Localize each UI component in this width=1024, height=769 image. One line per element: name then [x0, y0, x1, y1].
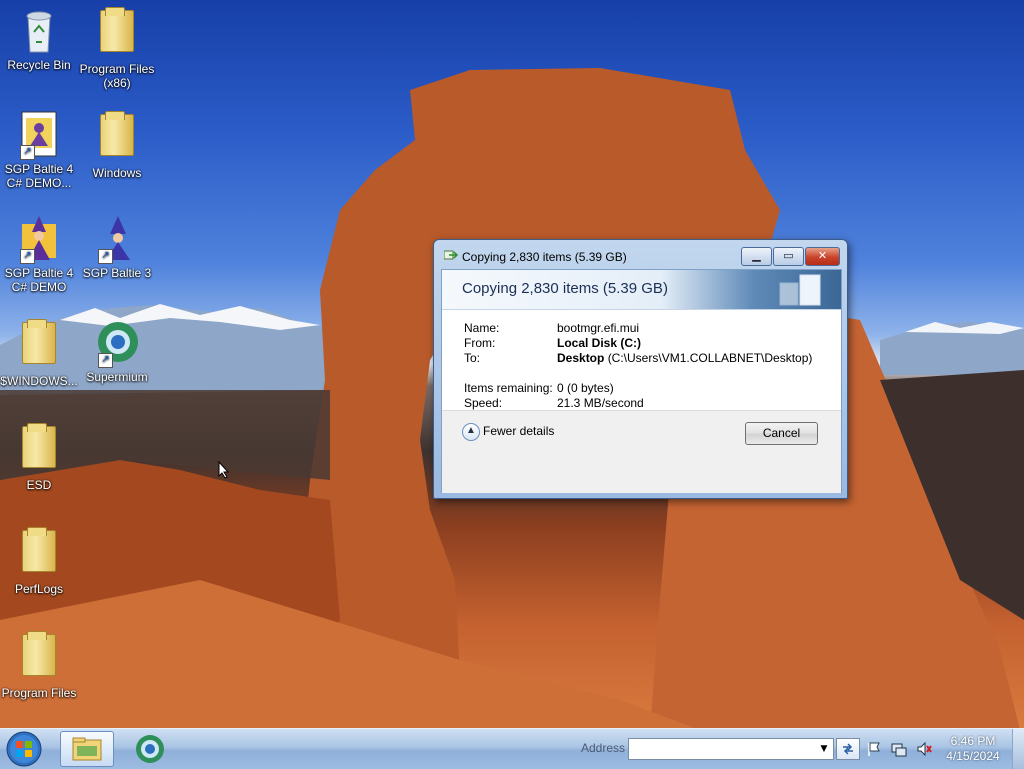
speed-row: Speed: 21.3 MB/second [464, 396, 644, 410]
to-row: To: Desktop (C:\Users\VM1.COLLABNET\Deskt… [464, 351, 812, 365]
desktop-icon-program-files[interactable]: Program Files [0, 630, 78, 700]
sgp-baltie-wizard-icon: ↗ [16, 214, 62, 264]
folder-icon [16, 319, 62, 372]
system-clock[interactable]: 6:46 PM 4/15/2024 [938, 734, 1008, 764]
address-label: Address [581, 741, 626, 755]
desktop-icon-recycle-bin[interactable]: Recycle Bin [0, 6, 78, 72]
desktop-icon-windows[interactable]: Windows [78, 110, 156, 180]
mouse-cursor-icon [218, 461, 230, 479]
close-button[interactable]: ✕ [805, 247, 840, 266]
remaining-value: 0 (0 bytes) [557, 381, 614, 395]
supermium-icon [136, 735, 164, 763]
folder-icon [94, 7, 140, 60]
to-label: To: [464, 351, 481, 365]
taskbar-supermium-button[interactable] [124, 731, 176, 765]
dialog-client-area: Copying 2,830 items (5.39 GB) Name: bootm… [441, 269, 842, 493]
name-row: Name: bootmgr.efi.mui [464, 321, 639, 335]
supermium-icon: ↗ [94, 318, 140, 368]
start-button[interactable] [4, 730, 44, 768]
action-center-flag-icon[interactable] [866, 741, 882, 757]
maximize-button[interactable]: ▭ [773, 247, 804, 266]
dialog-titlebar[interactable]: Copying 2,830 items (5.39 GB) ▁ ▭ ✕ [434, 240, 847, 270]
desktop-icon-perflogs[interactable]: PerfLogs [0, 526, 78, 596]
desktop-icon-label: PerfLogs [14, 582, 64, 596]
desktop-icon-label: $WINDOWS... [0, 374, 78, 388]
cancel-button[interactable]: Cancel [745, 422, 818, 445]
shortcut-arrow-icon: ↗ [98, 353, 113, 368]
speed-label: Speed: [464, 396, 503, 410]
folder-icon [72, 737, 102, 761]
file-transfer-icon [779, 274, 821, 306]
chevron-up-icon: ▲ [462, 423, 480, 441]
desktop-icon-label: SGP Baltie 3 [82, 266, 152, 280]
network-icon[interactable] [891, 741, 907, 757]
desktop-icon-sgp-baltie-4-demo-doc[interactable]: ↗ SGP Baltie 4 C# DEMO... [0, 110, 78, 190]
name-label: Name: [464, 321, 500, 335]
desktop-icon-label: Program Files (x86) [79, 62, 155, 90]
to-value-path[interactable]: (C:\Users\VM1.COLLABNET\Desktop) [608, 351, 813, 365]
desktop-icon-label: ESD [26, 478, 52, 492]
desktop-icon-label: Supermium [86, 370, 148, 384]
folder-icon [94, 111, 140, 164]
shortcut-arrow-icon: ↗ [20, 249, 35, 264]
desktop-icon-label: Program Files [1, 686, 77, 700]
dialog-header: Copying 2,830 items (5.39 GB) [442, 270, 841, 310]
folder-icon [16, 527, 62, 580]
desktop-icon-label: Recycle Bin [7, 58, 71, 72]
desktop-icon-label: Windows [92, 166, 142, 180]
name-value: bootmgr.efi.mui [557, 321, 640, 335]
from-label: From: [464, 336, 496, 350]
sgp-baltie-wizard-icon: ↗ [94, 214, 140, 264]
dialog-header-title: Copying 2,830 items (5.39 GB) [462, 280, 668, 297]
taskbar-explorer-button[interactable] [60, 731, 114, 767]
sgp-baltie-icon: ↗ [16, 110, 62, 160]
speed-value: 21.3 MB/second [557, 396, 644, 410]
shortcut-arrow-icon: ↗ [20, 145, 35, 160]
fewer-details-button[interactable]: ▲ Fewer details [462, 423, 554, 441]
go-refresh-button[interactable] [836, 738, 860, 760]
dialog-footer: ▲ Fewer details Cancel [442, 410, 841, 493]
shortcut-arrow-icon: ↗ [98, 249, 113, 264]
desktop-icon-program-files-x86[interactable]: Program Files (x86) [78, 6, 156, 90]
desktop-icon-label: SGP Baltie 4 C# DEMO... [4, 162, 74, 190]
volume-muted-icon[interactable] [916, 741, 932, 757]
desktop-icon-esd[interactable]: ESD [0, 422, 78, 492]
clock-date: 4/15/2024 [946, 749, 1000, 763]
chevron-down-icon[interactable]: ▼ [817, 739, 831, 759]
address-input[interactable]: ▼ [628, 738, 834, 760]
from-row: From: Local Disk (C:) [464, 336, 641, 350]
copy-icon [444, 250, 458, 260]
dialog-window-title: Copying 2,830 items (5.39 GB) [462, 250, 627, 264]
desktop-icon-sgp-baltie-3[interactable]: ↗ SGP Baltie 3 [78, 214, 156, 280]
clock-time: 6:46 PM [950, 734, 996, 748]
remaining-row: Items remaining: 0 (0 bytes) [464, 381, 614, 395]
taskbar: Address ▼ 6:46 PM 4/15/2024 [0, 728, 1024, 769]
copy-progress-dialog: Copying 2,830 items (5.39 GB) ▁ ▭ ✕ Copy… [433, 239, 848, 499]
to-value-folder[interactable]: Desktop [557, 351, 604, 365]
desktop-icon-label: SGP Baltie 4 C# DEMO [4, 266, 74, 294]
minimize-button[interactable]: ▁ [741, 247, 772, 266]
show-desktop-button[interactable] [1012, 729, 1024, 769]
from-value[interactable]: Local Disk (C:) [557, 336, 641, 350]
desktop-icon-sgp-baltie-4-demo[interactable]: ↗ SGP Baltie 4 C# DEMO [0, 214, 78, 294]
desktop-icon-windows-dollar[interactable]: $WINDOWS... [0, 318, 78, 388]
remaining-label: Items remaining: [464, 381, 553, 395]
folder-icon [16, 631, 62, 684]
folder-icon [16, 423, 62, 476]
recycle-bin-icon [16, 6, 62, 56]
desktop-icon-supermium[interactable]: ↗ Supermium [78, 318, 156, 384]
fewer-details-label: Fewer details [483, 424, 555, 439]
